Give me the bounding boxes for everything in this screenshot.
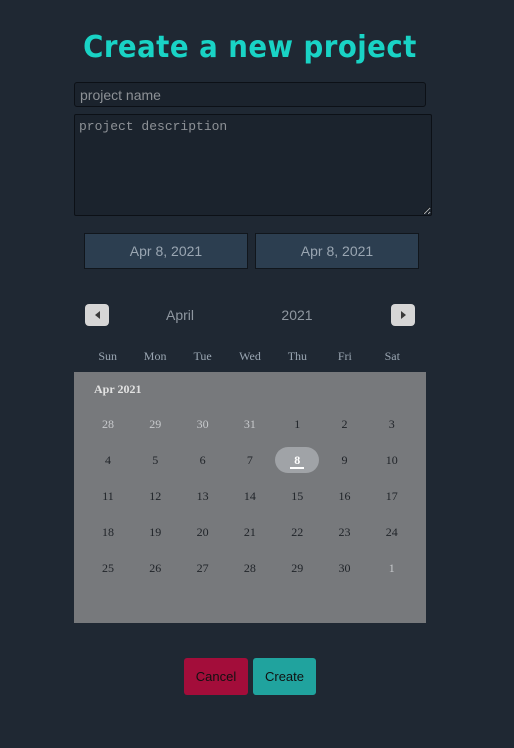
calendar-day[interactable]: 1 [275, 411, 319, 437]
next-month-button[interactable] [391, 304, 415, 326]
calendar-day[interactable]: 9 [323, 447, 367, 473]
weekday-label: Fri [337, 349, 352, 363]
calendar-day[interactable]: 20 [181, 519, 225, 545]
calendar-day[interactable]: 29 [133, 411, 177, 437]
calendar-day[interactable]: 30 [323, 555, 367, 581]
weekday-label: Thu [287, 349, 308, 363]
end-date-field[interactable]: Apr 8, 2021 [255, 233, 419, 269]
calendar-day[interactable]: 10 [370, 447, 414, 473]
create-button[interactable]: Create [253, 658, 316, 695]
calendar-day[interactable]: 18 [86, 519, 130, 545]
calendar-day[interactable]: 22 [275, 519, 319, 545]
calendar-day[interactable]: 27 [181, 555, 225, 581]
project-description-input[interactable] [74, 114, 432, 216]
page-title: Create a new project [83, 30, 417, 66]
calendar-day[interactable]: 5 [133, 447, 177, 473]
calendar-day[interactable]: 4 [86, 447, 130, 473]
month-label[interactable]: April [150, 307, 210, 323]
weekday-label: Sat [384, 349, 400, 363]
weekday-header: Sun Mon Tue Wed Thu Fri Sat [84, 349, 416, 364]
weekday-label: Sun [98, 349, 118, 363]
triangle-left-icon [94, 311, 100, 319]
project-name-input[interactable] [74, 82, 426, 107]
calendar-day[interactable]: 30 [181, 411, 225, 437]
calendar-day[interactable]: 6 [181, 447, 225, 473]
weekday-label: Wed [239, 349, 261, 363]
weekday-label: Mon [143, 349, 167, 363]
calendar-day[interactable]: 28 [86, 411, 130, 437]
weekday-label: Tue [193, 349, 212, 363]
calendar-day[interactable]: 19 [133, 519, 177, 545]
calendar-day[interactable]: 1 [370, 555, 414, 581]
calendar-day[interactable]: 13 [181, 483, 225, 509]
calendar-day[interactable]: 14 [228, 483, 272, 509]
calendar-day[interactable]: 17 [370, 483, 414, 509]
calendar-day[interactable]: 24 [370, 519, 414, 545]
year-label[interactable]: 2021 [267, 307, 327, 323]
calendar-day[interactable]: 7 [228, 447, 272, 473]
calendar-day[interactable]: 25 [86, 555, 130, 581]
start-date-field[interactable]: Apr 8, 2021 [84, 233, 248, 269]
calendar-day[interactable]: 23 [323, 519, 367, 545]
previous-month-button[interactable] [85, 304, 109, 326]
calendar-day[interactable]: 15 [275, 483, 319, 509]
calendar-day[interactable]: 11 [86, 483, 130, 509]
calendar-day[interactable]: 28 [228, 555, 272, 581]
calendar-day[interactable]: 2 [323, 411, 367, 437]
calendar-day[interactable]: 29 [275, 555, 319, 581]
calendar-day[interactable]: 21 [228, 519, 272, 545]
calendar-grid: Apr 2021 28 29 30 31 1 2 3 4 5 6 7 8 9 10 11 12 13 14 15 16… [74, 372, 426, 623]
calendar-day[interactable]: 31 [228, 411, 272, 437]
calendar-month-caption: Apr 2021 [94, 382, 142, 396]
calendar-day-selected[interactable]: 8 [275, 447, 320, 473]
triangle-right-icon [400, 311, 406, 319]
calendar-day[interactable]: 16 [323, 483, 367, 509]
calendar-day[interactable]: 12 [133, 483, 177, 509]
calendar-day[interactable]: 26 [133, 555, 177, 581]
calendar-day[interactable]: 3 [370, 411, 414, 437]
cancel-button[interactable]: Cancel [184, 658, 248, 695]
